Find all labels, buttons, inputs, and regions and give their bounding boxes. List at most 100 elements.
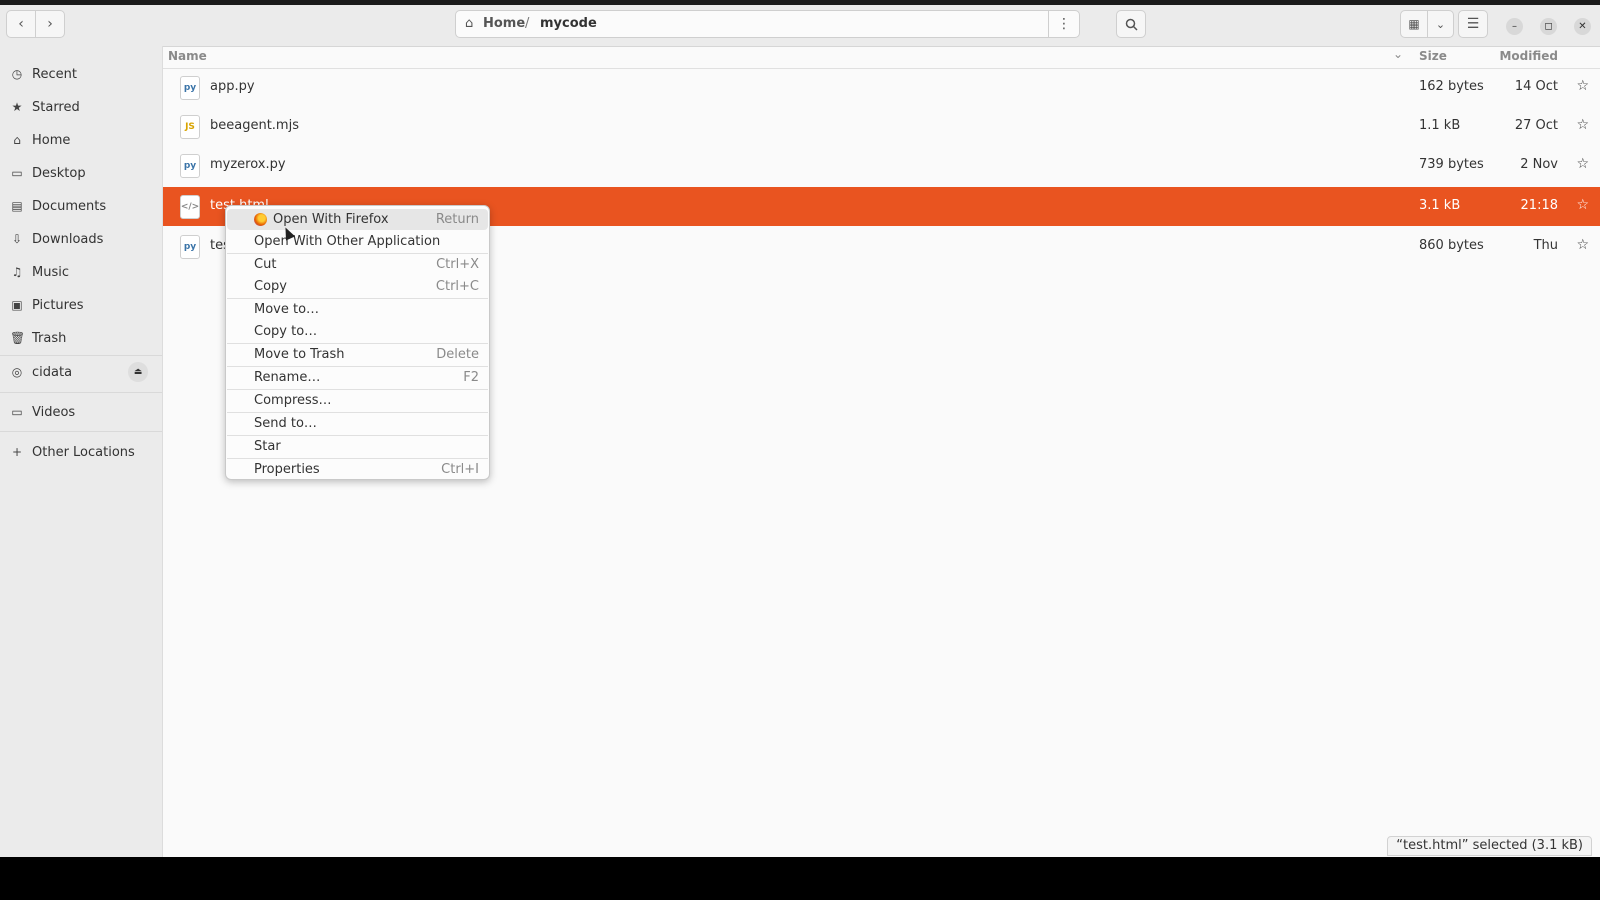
menu-item-rename[interactable]: Rename… F2 [227, 367, 488, 388]
disc-icon: ◎ [11, 365, 23, 379]
close-button[interactable]: ✕ [1574, 18, 1591, 35]
document-icon: ▤ [11, 199, 23, 213]
sidebar-item-documents[interactable]: ▤ Documents [10, 196, 106, 216]
python-file-icon: py [180, 235, 200, 259]
chevron-down-icon: ⌄ [1435, 17, 1446, 31]
sidebar-item-label: Desktop [32, 165, 86, 181]
html-file-icon: </> [180, 195, 200, 219]
sidebar-item-pictures[interactable]: ▣ Pictures [10, 295, 83, 315]
sidebar-item-label: Videos [32, 404, 76, 420]
sidebar-item-starred[interactable]: ★ Starred [10, 97, 80, 117]
back-button[interactable]: ‹ [6, 10, 36, 38]
plus-icon: + [11, 445, 23, 459]
star-toggle-icon[interactable]: ☆ [1576, 78, 1589, 94]
grid-icon: ▦ [1408, 17, 1420, 31]
sidebar-item-label: cidata [32, 364, 73, 380]
column-size-header[interactable]: Size [1419, 49, 1447, 63]
menu-item-label: Open With Other Application [254, 234, 441, 249]
sidebar-item-cidata[interactable]: ◎ cidata [10, 362, 72, 382]
menu-item-move-to-trash[interactable]: Move to Trash Delete [227, 344, 488, 365]
menu-item-label: Copy to… [254, 324, 318, 339]
menu-item-send-to[interactable]: Send to… [227, 413, 488, 434]
menu-item-star[interactable]: Star [227, 436, 488, 457]
menu-item-compress[interactable]: Compress… [227, 390, 488, 411]
download-icon: ⇩ [11, 232, 23, 246]
file-row[interactable]: py app.py 162 bytes 14 Oct ☆ [163, 68, 1600, 107]
main-menu-button[interactable]: ☰ [1458, 10, 1488, 38]
js-file-icon: JS [180, 115, 200, 139]
menu-item-label: Properties [254, 462, 320, 477]
menu-item-open-with-firefox[interactable]: Open With Firefox Return [227, 209, 488, 230]
sidebar-divider [0, 355, 162, 356]
sidebar-divider [0, 431, 162, 432]
file-modified: 2 Nov [1520, 157, 1558, 172]
file-modified: 27 Oct [1514, 118, 1558, 133]
sort-chevron-icon[interactable]: ⌄ [1393, 47, 1403, 61]
menu-item-label: Rename… [254, 370, 321, 385]
star-toggle-icon[interactable]: ☆ [1576, 117, 1589, 133]
file-row[interactable]: py myzerox.py 739 bytes 2 Nov ☆ [163, 146, 1600, 185]
firefox-icon [254, 213, 267, 226]
home-icon: ⌂ [13, 133, 21, 147]
star-toggle-icon[interactable]: ☆ [1576, 156, 1589, 172]
menu-item-accel: Return [435, 212, 479, 227]
path-menu-button[interactable]: ⋮ [1048, 10, 1079, 38]
file-row[interactable]: JS beeagent.mjs 1.1 kB 27 Oct ☆ [163, 107, 1600, 146]
menu-item-label: Copy [254, 279, 287, 294]
minimize-icon: – [1512, 21, 1517, 32]
header-bar: ‹ › ⌂ Home / mycode ⋮ ▦ ⌄ ☰ – ◻ ✕ [0, 5, 1600, 47]
music-icon: ♫ [11, 265, 23, 279]
breadcrumb-current[interactable]: mycode [540, 16, 597, 31]
file-size: 1.1 kB [1419, 118, 1461, 133]
eject-button[interactable]: ⏏ [128, 362, 148, 382]
path-bar[interactable]: ⌂ Home / mycode ⋮ [455, 10, 1080, 38]
sidebar-item-downloads[interactable]: ⇩ Downloads [10, 229, 103, 249]
file-name: myzerox.py [210, 157, 286, 172]
menu-item-label: Send to… [254, 416, 317, 431]
sidebar-item-music[interactable]: ♫ Music [10, 262, 69, 282]
sidebar-divider [0, 392, 162, 393]
menu-item-label: Compress… [254, 393, 332, 408]
file-name: app.py [210, 79, 255, 94]
star-toggle-icon[interactable]: ☆ [1576, 197, 1589, 213]
column-modified-header[interactable]: Modified [1499, 49, 1558, 63]
file-size: 739 bytes [1419, 157, 1484, 172]
menu-item-move-to[interactable]: Move to… [227, 299, 488, 320]
menu-item-cut[interactable]: Cut Ctrl+X [227, 254, 488, 275]
sidebar-item-recent[interactable]: ◷ Recent [10, 64, 77, 84]
view-grid-button[interactable]: ▦ [1400, 10, 1428, 38]
chevron-right-icon: › [47, 16, 53, 32]
menu-item-copy[interactable]: Copy Ctrl+C [227, 276, 488, 297]
sidebar-item-videos[interactable]: ▭ Videos [10, 402, 75, 422]
menu-item-label: Star [254, 439, 281, 454]
file-manager-window: ‹ › ⌂ Home / mycode ⋮ ▦ ⌄ ☰ – ◻ ✕ ◷ Recen… [0, 0, 1600, 857]
sidebar-item-label: Documents [32, 198, 107, 214]
sidebar-item-trash[interactable]: 🗑︎ Trash [10, 328, 66, 348]
breadcrumb-home[interactable]: Home [483, 16, 525, 31]
breadcrumb-separator: / [525, 16, 530, 31]
menu-item-properties[interactable]: Properties Ctrl+I [227, 459, 488, 480]
menu-item-accel: Ctrl+I [441, 462, 479, 477]
star-toggle-icon[interactable]: ☆ [1576, 237, 1589, 253]
file-size: 860 bytes [1419, 238, 1484, 253]
sidebar: ◷ Recent ★ Starred ⌂ Home ▭ Desktop ▤ Documen… [0, 46, 163, 857]
menu-item-open-with-other[interactable]: Open With Other Application [227, 231, 488, 252]
forward-button[interactable]: › [35, 10, 65, 38]
column-header-bar: Name ⌄ Size Modified [163, 46, 1600, 69]
picture-icon: ▣ [11, 298, 23, 312]
column-name-header[interactable]: Name [168, 49, 207, 63]
minimize-button[interactable]: – [1506, 18, 1523, 35]
maximize-button[interactable]: ◻ [1540, 18, 1557, 35]
python-file-icon: py [180, 154, 200, 178]
trash-icon: 🗑︎ [10, 331, 26, 345]
desktop-icon: ▭ [11, 166, 23, 180]
search-button[interactable] [1116, 10, 1146, 38]
sidebar-item-desktop[interactable]: ▭ Desktop [10, 163, 86, 183]
view-options-button[interactable]: ⌄ [1427, 10, 1454, 38]
menu-item-label: Open With Firefox [273, 212, 389, 227]
sidebar-item-home[interactable]: ⌂ Home [10, 130, 70, 150]
file-modified: 21:18 [1520, 198, 1558, 213]
kebab-icon: ⋮ [1057, 16, 1071, 32]
sidebar-item-other-locations[interactable]: + Other Locations [10, 442, 135, 462]
menu-item-copy-to[interactable]: Copy to… [227, 321, 488, 342]
